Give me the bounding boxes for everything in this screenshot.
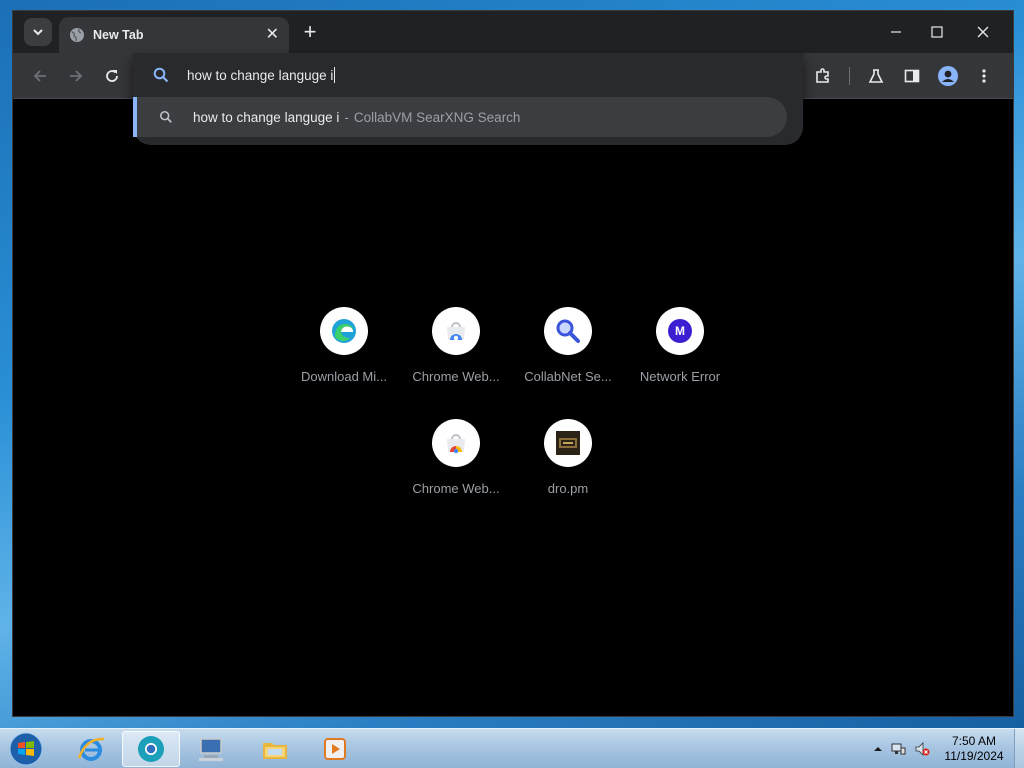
tab-search-button[interactable] <box>24 18 52 46</box>
shortcut-icon-circle <box>320 307 368 355</box>
close-icon <box>977 26 989 38</box>
close-tab-icon[interactable]: ✕ <box>266 27 279 43</box>
start-button[interactable] <box>6 730 46 768</box>
shortcut-tile[interactable]: Chrome Web... <box>400 419 512 519</box>
computer-icon <box>199 738 223 761</box>
browser-window: New Tab ✕ + how to change languge i how … <box>12 10 1014 717</box>
shortcut-tile[interactable]: dro.pm <box>512 419 624 519</box>
windows-logo-icon <box>9 732 43 766</box>
puzzle-icon <box>816 68 829 83</box>
shortcut-icon-circle <box>432 307 480 355</box>
shortcut-icon-circle: M <box>656 307 704 355</box>
omnibox-suggestion[interactable]: how to change languge i - CollabVM SearX… <box>133 97 787 137</box>
show-desktop-button[interactable] <box>1014 729 1024 768</box>
clock-time: 7:50 AM <box>951 734 997 748</box>
extensions-button[interactable] <box>812 65 834 87</box>
chrome-web-store-icon <box>447 322 465 341</box>
search-icon <box>153 67 169 83</box>
close-window-button[interactable] <box>968 19 998 45</box>
forward-button[interactable] <box>65 65 87 87</box>
suggestion-separator: - <box>344 109 349 125</box>
tab-new-tab[interactable]: New Tab ✕ <box>59 17 289 53</box>
taskbar-internet-explorer[interactable] <box>62 731 120 767</box>
arrow-left-icon <box>33 70 46 82</box>
show-hidden-icons-button[interactable] <box>870 741 886 757</box>
more-vertical-icon <box>982 69 986 83</box>
shortcut-tile[interactable]: Download Mi... <box>288 307 400 407</box>
shortcut-label: Chrome Web... <box>412 369 500 384</box>
avatar-icon <box>938 66 958 86</box>
dro-pm-icon <box>556 431 580 455</box>
volume-muted-icon <box>915 742 930 756</box>
menu-button[interactable] <box>973 65 995 87</box>
m-letter-icon: M <box>668 319 692 343</box>
flask-icon <box>868 69 884 83</box>
folder-icon <box>263 743 287 759</box>
omnibox-input[interactable]: how to change languge i <box>133 53 803 97</box>
minimize-button[interactable] <box>881 19 911 45</box>
text-caret <box>334 67 336 83</box>
taskbar-file-explorer[interactable] <box>246 731 304 767</box>
search-icon <box>159 110 172 123</box>
shortcut-icon-circle <box>544 307 592 355</box>
new-tab-page: Download Mi... Chrome Web... CollabNet S… <box>13 100 1013 716</box>
maximize-button[interactable] <box>922 19 952 45</box>
magnifier-icon <box>556 319 580 343</box>
arrow-right-icon <box>70 70 83 82</box>
shortcut-label: Chrome Web... <box>412 481 500 496</box>
suggestion-text: how to change languge i <box>193 109 340 125</box>
internet-explorer-icon <box>77 737 105 761</box>
shortcut-tile[interactable]: CollabNet Se... <box>512 307 624 407</box>
shortcut-icon-circle <box>432 419 480 467</box>
chrome-web-store-icon <box>447 434 465 454</box>
chromium-icon <box>138 736 164 762</box>
taskbar: 7:50 AM 11/19/2024 <box>0 728 1024 768</box>
omnibox-popup: how to change languge i how to change la… <box>133 53 803 145</box>
shortcut-label: Network Error <box>639 369 721 384</box>
edge-icon <box>332 319 356 343</box>
volume-tray-icon[interactable] <box>914 741 930 757</box>
maximize-icon <box>931 26 943 38</box>
shortcut-label: CollabNet Se... <box>524 369 612 384</box>
side-panel-button[interactable] <box>901 65 923 87</box>
network-icon <box>891 743 906 755</box>
globe-icon <box>70 28 84 42</box>
profile-button[interactable] <box>937 65 959 87</box>
minimize-icon <box>891 31 901 33</box>
taskbar-media-player[interactable] <box>306 731 364 767</box>
media-player-icon <box>324 738 346 760</box>
shortcut-label: Download Mi... <box>301 369 387 384</box>
title-bar: New Tab ✕ + <box>13 11 1013 53</box>
taskbar-clock[interactable]: 7:50 AM 11/19/2024 <box>936 734 1012 764</box>
new-tab-button[interactable]: + <box>298 21 322 45</box>
side-panel-icon <box>904 69 920 83</box>
chevron-down-icon <box>33 29 43 36</box>
labs-button[interactable] <box>865 65 887 87</box>
reload-icon <box>106 70 118 82</box>
back-button[interactable] <box>29 65 51 87</box>
reload-button[interactable] <box>101 65 123 87</box>
shortcut-icon-circle <box>544 419 592 467</box>
taskbar-chromium[interactable] <box>122 731 180 767</box>
shortcut-tile[interactable]: Chrome Web... <box>400 307 512 407</box>
tab-title: New Tab <box>93 28 144 42</box>
toolbar-divider <box>849 67 850 85</box>
omnibox-query-wrap: how to change languge i <box>187 67 336 83</box>
suggestion-description: CollabVM SearXNG Search <box>353 109 521 125</box>
shortcut-tile[interactable]: M Network Error <box>624 307 736 407</box>
shortcut-label: dro.pm <box>547 481 589 496</box>
taskbar-control-panel[interactable] <box>182 731 240 767</box>
caret-up-icon <box>874 747 882 751</box>
clock-date: 11/19/2024 <box>944 749 1004 763</box>
omnibox-query: how to change languge i <box>187 68 334 83</box>
network-tray-icon[interactable] <box>890 741 906 757</box>
